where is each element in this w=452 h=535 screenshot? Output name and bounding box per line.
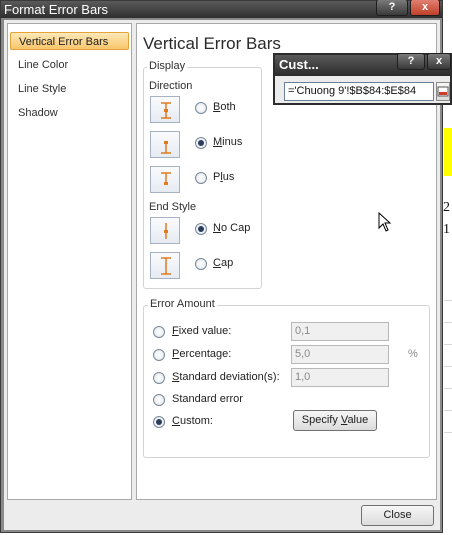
sheet-gridline	[444, 410, 452, 411]
custom-radio[interactable]	[153, 416, 165, 428]
custom-dialog-titlebar[interactable]: Cust... ? x	[275, 53, 451, 76]
direction-plus-label[interactable]: Plus	[213, 171, 234, 183]
custom-close-button[interactable]: x	[427, 53, 451, 70]
sheet-gridline	[444, 388, 452, 389]
dialog-title: Format Error Bars	[4, 2, 109, 17]
fixed-value-label[interactable]: Fixed value:	[172, 325, 231, 337]
highlighted-cell	[444, 128, 452, 176]
standard-deviation-input[interactable]: 1,0	[291, 368, 389, 387]
direction-both-label[interactable]: Both	[213, 101, 236, 113]
percentage-radio[interactable]	[153, 349, 165, 361]
nav-item-line-style[interactable]: Line Style	[18, 80, 66, 98]
sheet-gridline	[444, 322, 452, 323]
sheet-gridline	[444, 432, 452, 433]
nav-item-line-color[interactable]: Line Color	[18, 56, 68, 74]
end-style-cap-radio[interactable]	[195, 258, 207, 270]
fixed-value-input[interactable]: 0,1	[291, 322, 389, 341]
nav-item-shadow[interactable]: Shadow	[18, 104, 58, 122]
nav-item-vertical-error-bars[interactable]: Vertical Error Bars	[10, 32, 129, 50]
end-style-no-cap-label[interactable]: No Cap	[213, 222, 250, 234]
help-icon: ?	[388, 1, 396, 13]
sheet-gridline	[444, 344, 452, 345]
direction-plus-radio[interactable]	[195, 172, 207, 184]
close-button[interactable]: Close	[361, 505, 434, 526]
help-icon: ?	[407, 55, 415, 67]
error-bar-plus-icon[interactable]	[150, 166, 180, 193]
range-select-icon	[437, 86, 449, 97]
close-icon: x	[435, 55, 443, 67]
custom-dialog-title: Cust...	[279, 57, 319, 72]
sheet-gridline	[444, 300, 452, 301]
custom-label[interactable]: Custom:	[172, 415, 213, 427]
mouse-cursor-icon	[378, 212, 392, 232]
custom-error-bars-dialog: Cust... ? x ='Chuong 9'!$B$84:$E$84	[273, 53, 452, 105]
category-nav: Vertical Error Bars Line Color Line Styl…	[7, 23, 132, 500]
error-amount-group-label: Error Amount	[148, 298, 217, 310]
direction-both-radio[interactable]	[195, 102, 207, 114]
percent-unit-label: %	[408, 348, 418, 360]
pane-title: Vertical Error Bars	[143, 34, 281, 53]
display-group-label: Display	[147, 60, 188, 72]
sheet-gridline	[444, 366, 452, 367]
error-bar-minus-icon[interactable]	[150, 131, 180, 158]
custom-range-input[interactable]: ='Chuong 9'!$B$84:$E$84	[284, 82, 434, 101]
help-button[interactable]: ?	[376, 0, 408, 16]
error-bar-both-icon[interactable]	[150, 96, 180, 123]
end-style-label: End Style	[149, 201, 197, 213]
no-cap-icon[interactable]	[150, 217, 180, 244]
close-window-button[interactable]: x	[410, 0, 440, 16]
standard-error-label[interactable]: Standard error	[172, 393, 243, 405]
custom-help-button[interactable]: ?	[397, 53, 425, 70]
specify-value-button[interactable]: Specify Value	[293, 410, 377, 431]
end-style-cap-label[interactable]: Cap	[213, 257, 233, 269]
standard-deviation-radio[interactable]	[153, 372, 165, 384]
dialog-titlebar[interactable]: Format Error Bars ? x	[1, 0, 442, 18]
percentage-label[interactable]: Percentage:	[172, 348, 231, 360]
percentage-input[interactable]: 5,0	[291, 345, 389, 364]
sheet-cell-value: 1	[443, 222, 450, 237]
sheet-cell-value: 2	[443, 200, 450, 215]
direction-minus-radio[interactable]	[195, 137, 207, 149]
standard-deviation-label[interactable]: Standard deviation(s):	[172, 371, 280, 383]
direction-label: Direction	[149, 80, 193, 92]
close-icon: x	[421, 1, 429, 13]
cap-icon[interactable]	[150, 252, 180, 279]
fixed-value-radio[interactable]	[153, 326, 165, 338]
direction-minus-label[interactable]: Minus	[213, 136, 242, 148]
standard-error-radio[interactable]	[153, 394, 165, 406]
end-style-no-cap-radio[interactable]	[195, 223, 207, 235]
collapse-dialog-button[interactable]	[436, 82, 450, 101]
